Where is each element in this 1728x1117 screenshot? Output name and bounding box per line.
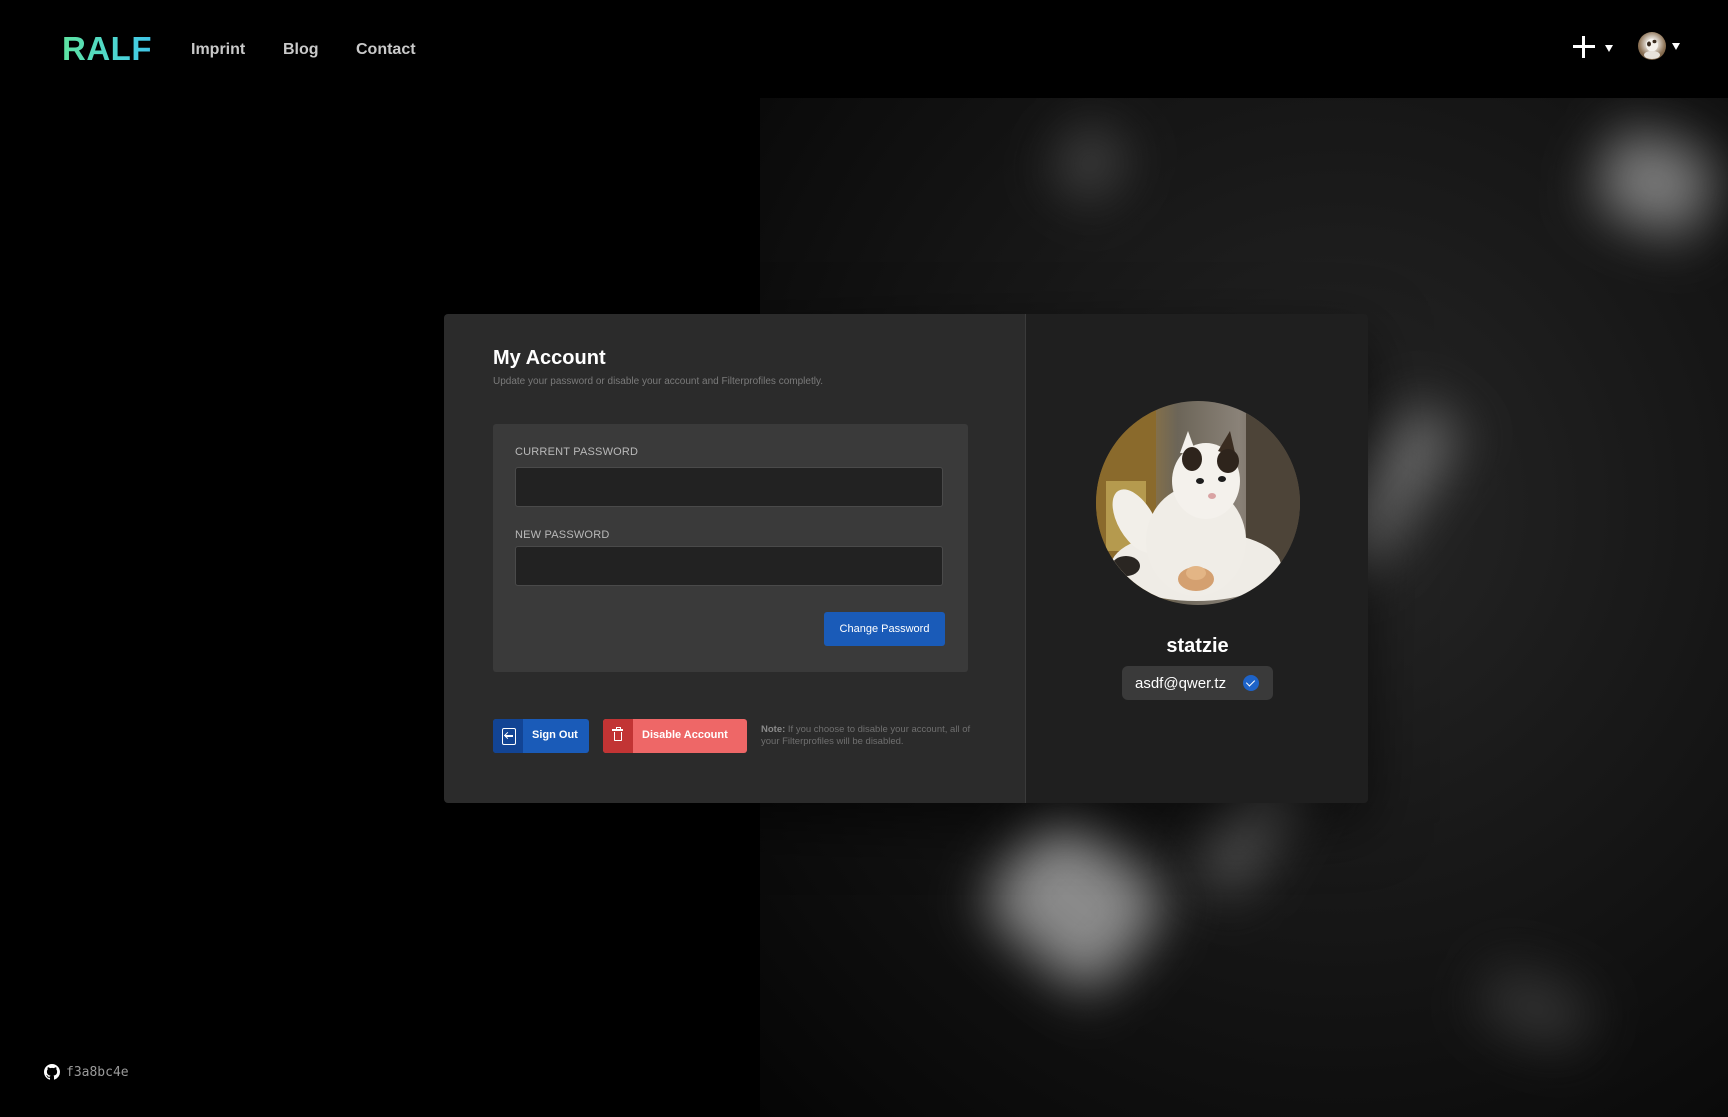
email-badge: asdf@qwer.tz	[1122, 666, 1273, 700]
nav-link-imprint[interactable]: Imprint	[191, 41, 245, 59]
page-title: My Account	[493, 347, 606, 369]
disable-icon-box	[603, 719, 633, 753]
note-text: If you choose to disable your account, a…	[761, 724, 971, 747]
caret-down-icon	[1672, 43, 1680, 50]
nav-link-blog[interactable]: Blog	[283, 41, 319, 59]
user-menu-button[interactable]	[1638, 32, 1688, 62]
change-password-button[interactable]: Change Password	[824, 612, 945, 646]
add-menu-button[interactable]	[1573, 34, 1619, 64]
logo[interactable]: RALF	[62, 30, 152, 68]
profile-panel: statzie asdf@qwer.tz	[1025, 314, 1368, 803]
profile-email: asdf@qwer.tz	[1135, 675, 1227, 692]
caret-down-icon	[1605, 45, 1613, 52]
sign-out-button[interactable]: Sign Out	[493, 719, 589, 753]
sign-out-icon-box	[493, 719, 523, 753]
note-label: Note:	[761, 724, 786, 735]
new-password-label: NEW PASSWORD	[515, 529, 610, 541]
verified-check-icon	[1243, 675, 1259, 691]
new-password-input[interactable]	[515, 546, 943, 586]
plus-icon	[1573, 36, 1595, 58]
commit-hash: f3a8bc4e	[66, 1065, 129, 1080]
disable-note: Note: If you choose to disable your acco…	[761, 724, 976, 748]
disable-account-button[interactable]: Disable Account	[603, 719, 747, 753]
disable-account-label: Disable Account	[642, 729, 728, 741]
avatar	[1638, 32, 1666, 60]
trash-icon	[612, 727, 623, 741]
current-password-label: CURRENT PASSWORD	[515, 446, 639, 458]
profile-avatar	[1096, 401, 1300, 605]
sign-out-label: Sign Out	[532, 729, 578, 741]
change-password-form: CURRENT PASSWORD NEW PASSWORD Change Pas…	[493, 424, 968, 672]
account-settings-panel: My Account Update your password or disab…	[444, 314, 1025, 803]
github-icon	[44, 1064, 60, 1080]
nav-link-contact[interactable]: Contact	[356, 41, 416, 59]
page-subtitle: Update your password or disable your acc…	[493, 376, 823, 387]
profile-username: statzie	[1166, 635, 1229, 657]
account-card: My Account Update your password or disab…	[444, 314, 1368, 803]
top-navbar: RALF Imprint Blog Contact	[0, 0, 1728, 98]
sign-out-icon	[502, 728, 516, 745]
current-password-input[interactable]	[515, 467, 943, 507]
